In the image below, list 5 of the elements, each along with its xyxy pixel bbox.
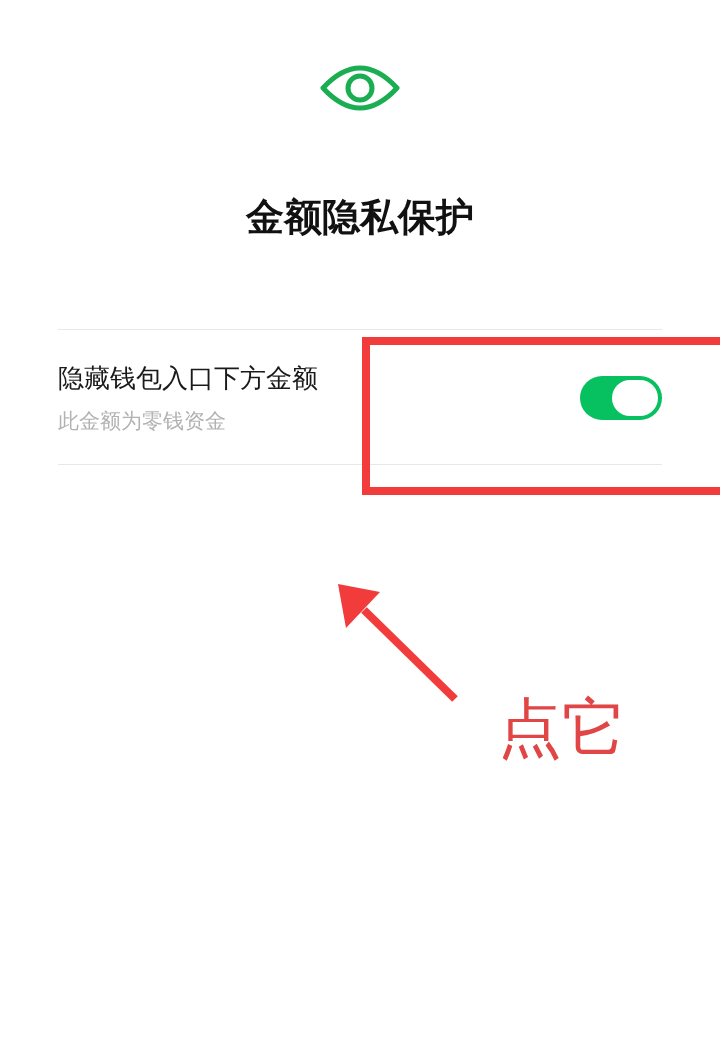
setting-label: 隐藏钱包入口下方金额 [58,362,318,395]
setting-description: 此金额为零钱资金 [58,408,227,435]
annotation-label: 点它 [498,690,626,766]
toggle-switch[interactable] [580,376,662,420]
page-title: 金额隐私保护 [244,194,475,240]
